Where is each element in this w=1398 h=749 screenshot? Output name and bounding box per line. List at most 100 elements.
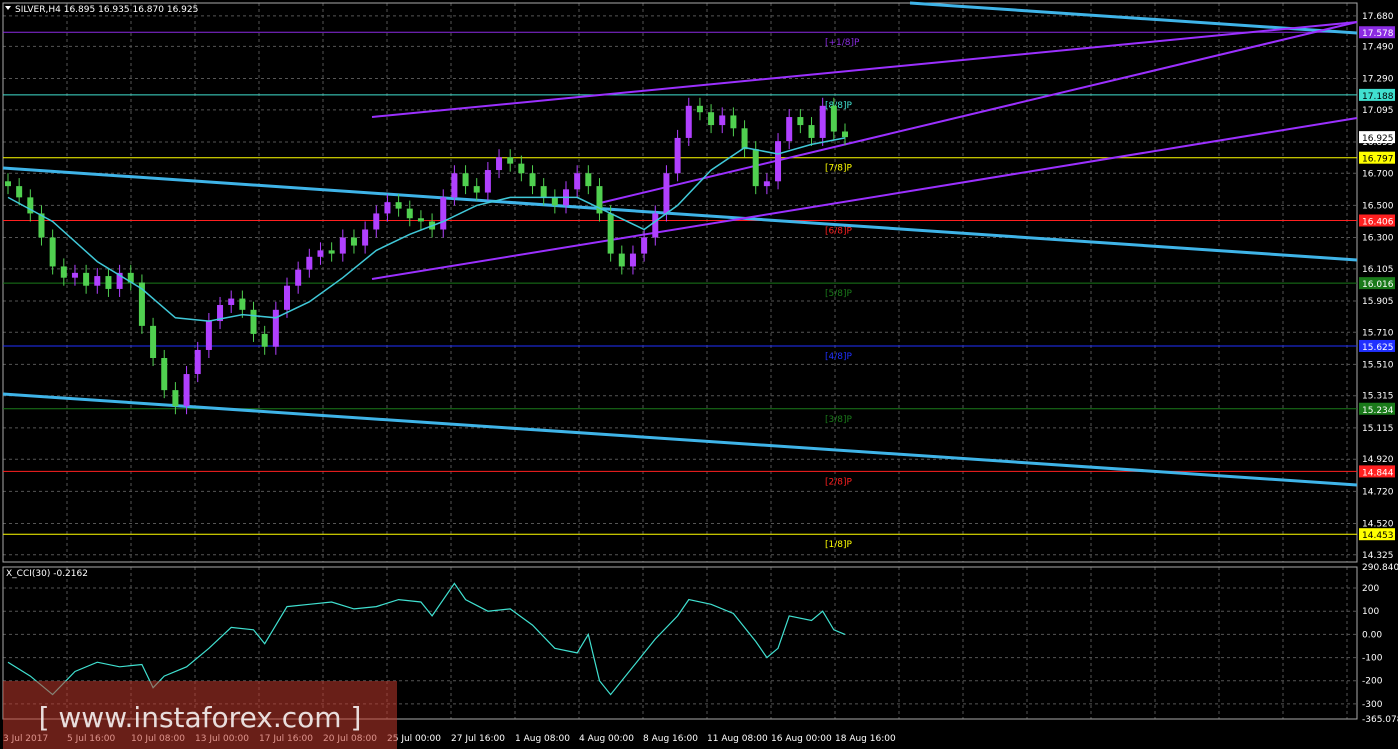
murrey-price-tag-text-4: 16.016 <box>1362 280 1394 290</box>
candle-body <box>161 357 168 391</box>
chevron-down-icon[interactable] <box>5 6 11 10</box>
candle-body <box>629 253 636 267</box>
price-axis-label-6: 16.500 <box>1362 201 1394 211</box>
candle-body <box>272 309 279 347</box>
candle-body <box>49 237 56 267</box>
candle-body <box>284 285 290 310</box>
murrey-price-tag-text-0: 17.578 <box>1362 29 1394 39</box>
moving-average-line <box>7 137 846 322</box>
trend-line-3 <box>371 21 1358 118</box>
candle-body <box>16 186 23 198</box>
cci-axis-label-6: -300 <box>1362 700 1383 710</box>
price-axis-label-14: 14.920 <box>1362 455 1394 465</box>
murrey-label-8: [1/8]P <box>825 540 853 550</box>
candle-body <box>339 237 346 254</box>
candle-body <box>462 173 469 187</box>
murrey-label-1: [8/8]P <box>825 101 853 111</box>
candle-body <box>641 237 648 254</box>
candle-body <box>719 115 726 126</box>
candle-body <box>406 208 413 219</box>
candle-body <box>763 181 770 187</box>
candle-body <box>250 309 257 334</box>
murrey-label-5: [4/8]P <box>825 352 853 362</box>
candle-body <box>239 298 246 310</box>
candle-body <box>819 105 826 138</box>
cci-axis-label-5: -200 <box>1362 677 1383 687</box>
price-axis-label-10: 15.710 <box>1362 328 1394 338</box>
candle-body <box>585 173 592 187</box>
murrey-price-tag-text-2: 16.797 <box>1362 155 1394 165</box>
murrey-label-7: [2/8]P <box>825 477 853 487</box>
cci-panel <box>7 582 846 696</box>
price-chart[interactable]: [+1/8]P 17.578 [8/8]P 17.188 [7/8]P 16.797 [6/… <box>0 0 1398 749</box>
candle-body <box>373 213 380 230</box>
price-axis-label-5: 16.700 <box>1362 169 1394 179</box>
candle-body <box>540 186 547 198</box>
candle-body <box>205 321 212 350</box>
candle-body <box>5 181 11 187</box>
candle-body <box>496 157 503 171</box>
murrey-label-0: [+1/8]P <box>825 38 860 48</box>
candle-body <box>741 128 748 150</box>
time-axis-label-10: 8 Aug 16:00 <box>643 734 698 744</box>
candle-body <box>696 105 703 113</box>
candle-body <box>618 253 625 267</box>
murrey-price-tag-text-7: 14.844 <box>1362 468 1394 478</box>
candle-body <box>473 186 480 193</box>
candle-body <box>708 112 715 126</box>
candle-body <box>529 173 536 187</box>
candle-body <box>440 197 447 230</box>
candle-body <box>94 276 101 286</box>
price-axis-label-9: 15.905 <box>1362 297 1394 307</box>
candle-body <box>674 137 681 174</box>
candle-body <box>417 218 424 222</box>
cci-line <box>7 582 846 696</box>
candle-body <box>518 163 525 174</box>
murrey-price-tag-text-5: 15.625 <box>1362 343 1394 353</box>
candle-body <box>663 173 670 214</box>
cci-axis-label-3: 0.00 <box>1362 630 1382 640</box>
trend-line-0 <box>2 166 1358 262</box>
price-axis-label-3: 17.095 <box>1362 106 1394 116</box>
candle-body <box>295 269 302 286</box>
candle-body <box>395 202 402 209</box>
price-axis-label-11: 15.510 <box>1362 360 1394 370</box>
murrey-price-tag-text-6: 15.234 <box>1362 406 1394 416</box>
cci-axis-label-4: -100 <box>1362 654 1383 664</box>
candle-body <box>574 173 581 190</box>
murrey-label-3: [6/8]P <box>825 226 853 236</box>
candle-body <box>261 333 268 347</box>
cci-axis-label-7: -365.0787 <box>1362 715 1398 725</box>
candle-body <box>607 213 614 254</box>
symbol-header: SILVER,H4 16.895 16.935 16.870 16.925 <box>15 5 198 15</box>
price-axis-label-17: 14.325 <box>1362 551 1394 561</box>
watermark-text: [ www.instaforex.com ] <box>39 701 362 734</box>
last-price-tag-text: 16.925 <box>1362 134 1394 144</box>
murrey-price-tag-text-1: 17.188 <box>1362 92 1394 102</box>
price-axis-label-7: 16.300 <box>1362 234 1394 244</box>
candle-body <box>451 173 458 198</box>
price-axis: 17.68017.49017.29017.09516.89516.70016.5… <box>1359 12 1398 725</box>
time-axis-label-12: 16 Aug 00:00 <box>771 734 832 744</box>
candle-body <box>775 141 782 182</box>
candle-body <box>808 125 815 138</box>
time-axis-label-9: 4 Aug 00:00 <box>579 734 634 744</box>
candle-body <box>484 170 491 193</box>
candle-body <box>830 105 837 132</box>
murrey-label-4: [5/8]P <box>825 289 853 299</box>
price-axis-label-0: 17.680 <box>1362 12 1394 22</box>
time-axis-label-7: 27 Jul 16:00 <box>451 734 505 744</box>
candle-body <box>328 250 335 254</box>
candle-body <box>551 197 558 206</box>
candle-body <box>172 390 179 407</box>
candle-body <box>306 256 313 270</box>
price-axis-label-1: 17.490 <box>1362 42 1394 52</box>
time-axis-label-11: 11 Aug 08:00 <box>707 734 768 744</box>
price-axis-label-2: 17.290 <box>1362 74 1394 84</box>
murrey-levels: [+1/8]P 17.578 [8/8]P 17.188 [7/8]P 16.797 [6/… <box>3 26 1395 550</box>
candle-body <box>105 276 112 289</box>
cci-axis-label-0: 290.8402 <box>1362 563 1398 573</box>
candle-body <box>228 298 235 305</box>
candle-body <box>652 213 659 238</box>
candle-body <box>150 325 157 358</box>
